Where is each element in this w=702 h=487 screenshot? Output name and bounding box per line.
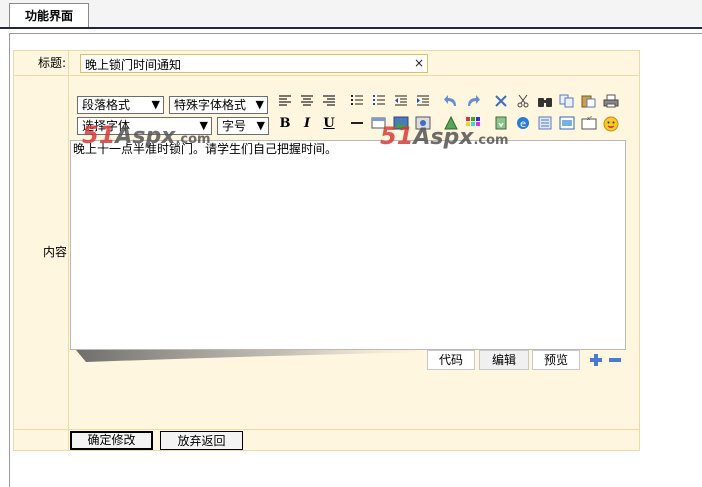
tab-function-interface[interactable]: 功能界面 xyxy=(9,3,89,27)
special-chars-icon[interactable]: x² xyxy=(579,115,599,133)
copy-icon[interactable] xyxy=(557,93,577,111)
bold-button[interactable]: B xyxy=(275,115,295,133)
insert-file-icon[interactable] xyxy=(491,115,511,133)
insert-flash-icon[interactable] xyxy=(441,115,461,133)
content-label: 内容 xyxy=(42,245,67,259)
bulleted-list-icon[interactable] xyxy=(347,93,367,111)
underline-button[interactable]: U xyxy=(319,115,339,133)
chevron-down-icon: ▼ xyxy=(256,119,265,132)
tab-preview[interactable]: 预览 xyxy=(532,350,580,370)
delete-icon[interactable] xyxy=(491,93,511,111)
tab-bar: 功能界面 xyxy=(0,0,702,29)
paragraph-format-value: 段落格式 xyxy=(82,98,131,112)
align-right-icon[interactable] xyxy=(319,93,339,111)
print-icon[interactable] xyxy=(601,93,621,111)
form-divider-row2 xyxy=(13,429,640,430)
chevron-down-icon: ▼ xyxy=(255,98,264,111)
document-icon[interactable] xyxy=(535,115,555,133)
font-family-value: 选择字体 xyxy=(82,119,131,133)
chevron-down-icon: ▼ xyxy=(151,98,160,111)
align-left-icon[interactable] xyxy=(275,93,295,111)
indent-icon[interactable] xyxy=(413,93,433,111)
font-size-select[interactable]: 字号 ▼ xyxy=(217,117,269,135)
insert-block-icon[interactable] xyxy=(557,115,577,133)
color-picker-icon[interactable] xyxy=(463,115,483,133)
cancel-button[interactable]: 放弃返回 xyxy=(160,431,243,450)
editor-shadow xyxy=(76,350,426,362)
undo-icon[interactable] xyxy=(441,93,461,111)
form-divider-row1 xyxy=(13,75,640,76)
redo-icon[interactable] xyxy=(463,93,483,111)
insert-media-icon[interactable] xyxy=(413,115,433,133)
insert-table-icon[interactable] xyxy=(369,115,389,133)
special-font-format-select[interactable]: 特殊字体格式 ▼ xyxy=(169,96,268,114)
shrink-editor-icon[interactable] xyxy=(608,353,622,367)
font-size-value: 字号 xyxy=(222,119,247,133)
title-input[interactable] xyxy=(80,54,428,73)
svg-text:e: e xyxy=(520,119,526,130)
outdent-icon[interactable] xyxy=(391,93,411,111)
find-icon[interactable] xyxy=(535,93,555,111)
svg-text:x²: x² xyxy=(587,116,592,122)
font-family-select[interactable]: 选择字体 ▼ xyxy=(77,117,212,135)
insert-link-icon[interactable]: e xyxy=(513,115,533,133)
cut-icon[interactable] xyxy=(513,93,533,111)
rich-text-editor[interactable]: 晚上十一点半准时锁门。请学生们自己把握时间。 xyxy=(70,140,626,350)
form-divider-vertical xyxy=(68,50,69,451)
paste-icon[interactable] xyxy=(579,93,599,111)
insert-image-icon[interactable] xyxy=(391,115,411,133)
emoticon-icon[interactable] xyxy=(601,115,621,133)
horizontal-rule-icon[interactable] xyxy=(347,115,367,133)
clear-title-icon[interactable]: × xyxy=(412,56,426,71)
numbered-list-icon[interactable] xyxy=(369,93,389,111)
chevron-down-icon: ▼ xyxy=(199,119,208,132)
title-label: 标题: xyxy=(37,56,66,70)
paragraph-format-select[interactable]: 段落格式 ▼ xyxy=(77,96,164,114)
special-font-format-value: 特殊字体格式 xyxy=(174,98,247,112)
tab-edit[interactable]: 编辑 xyxy=(479,350,529,370)
italic-button[interactable]: I xyxy=(297,115,317,133)
expand-editor-icon[interactable] xyxy=(589,353,603,367)
align-center-icon[interactable] xyxy=(297,93,317,111)
tab-code[interactable]: 代码 xyxy=(427,350,475,370)
confirm-button[interactable]: 确定修改 xyxy=(70,431,153,450)
